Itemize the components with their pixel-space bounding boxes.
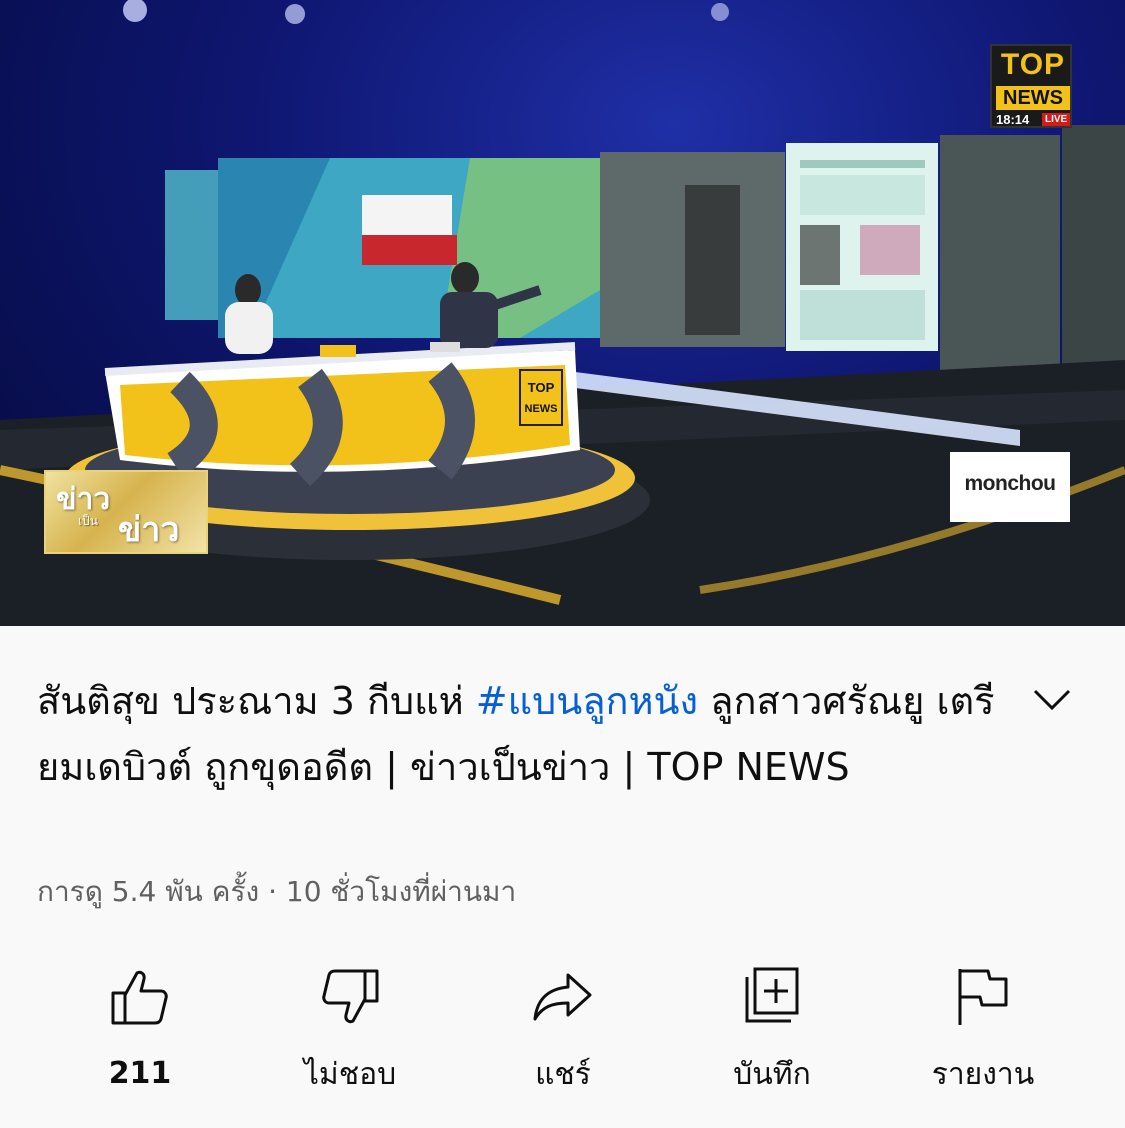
- program-logo-small: เป็น: [78, 514, 98, 528]
- video-player[interactable]: TOP NEWS TOP NEWS 18:14 LIVE ข่าว เป็น ข…: [0, 0, 1125, 626]
- title-hashtag-link[interactable]: #แบนลูกหนัง: [476, 679, 698, 723]
- top-news-channel-logo: TOP NEWS 18:14 LIVE: [990, 44, 1072, 128]
- meta-separator: ·: [259, 875, 286, 908]
- live-badge: LIVE: [1042, 113, 1071, 126]
- dislike-button[interactable]: ไม่ชอบ: [260, 958, 440, 1098]
- dislike-label: ไม่ชอบ: [303, 1057, 397, 1092]
- sponsor-logo: monchou: [950, 452, 1070, 522]
- flag-icon: [958, 968, 1008, 1025]
- program-logo-second: ข่าว: [118, 511, 180, 549]
- title-text-before-tag: สันติสุข ประณาม 3 กีบแห่: [37, 679, 476, 723]
- share-label: แชร์: [535, 1057, 591, 1092]
- like-button[interactable]: 211: [50, 958, 230, 1098]
- channel-logo-bottom-text: NEWS: [996, 86, 1070, 110]
- desk-logo-bottom: NEWS: [525, 403, 558, 415]
- expand-description-button[interactable]: [1024, 676, 1080, 724]
- upload-age: 10 ชั่วโมงที่ผ่านมา: [285, 875, 517, 908]
- view-count: การดู 5.4 พัน ครั้ง: [37, 875, 260, 908]
- share-button[interactable]: แชร์: [473, 958, 653, 1098]
- thumbs-up-icon: [111, 970, 168, 1025]
- report-label: รายงาน: [931, 1057, 1035, 1092]
- sponsor-logo-text: monchou: [964, 472, 1057, 495]
- report-button[interactable]: รายงาน: [893, 958, 1073, 1098]
- desk-logo-top: TOP: [528, 380, 555, 395]
- video-meta: การดู 5.4 พัน ครั้ง · 10 ชั่วโมงที่ผ่านม…: [37, 870, 516, 914]
- program-logo: ข่าว เป็น ข่าว: [44, 470, 208, 554]
- share-icon: [533, 973, 592, 1020]
- chevron-down-icon: [1033, 689, 1071, 711]
- like-count: 211: [108, 1056, 172, 1091]
- broadcast-clock: 18:14: [996, 112, 1030, 127]
- thumbs-down-icon: [322, 969, 379, 1023]
- video-title[interactable]: สันติสุข ประณาม 3 กีบแห่ #แบนลูกหนัง ลูก…: [37, 668, 1007, 800]
- channel-logo-top-text: TOP: [1000, 48, 1066, 81]
- save-to-playlist-icon: [745, 967, 799, 1022]
- save-button[interactable]: บันทึก: [682, 958, 862, 1098]
- save-label: บันทึก: [733, 1057, 811, 1092]
- action-bar: 211 ไม่ชอบ แชร์ บันทึก รายงาน: [0, 958, 1125, 1098]
